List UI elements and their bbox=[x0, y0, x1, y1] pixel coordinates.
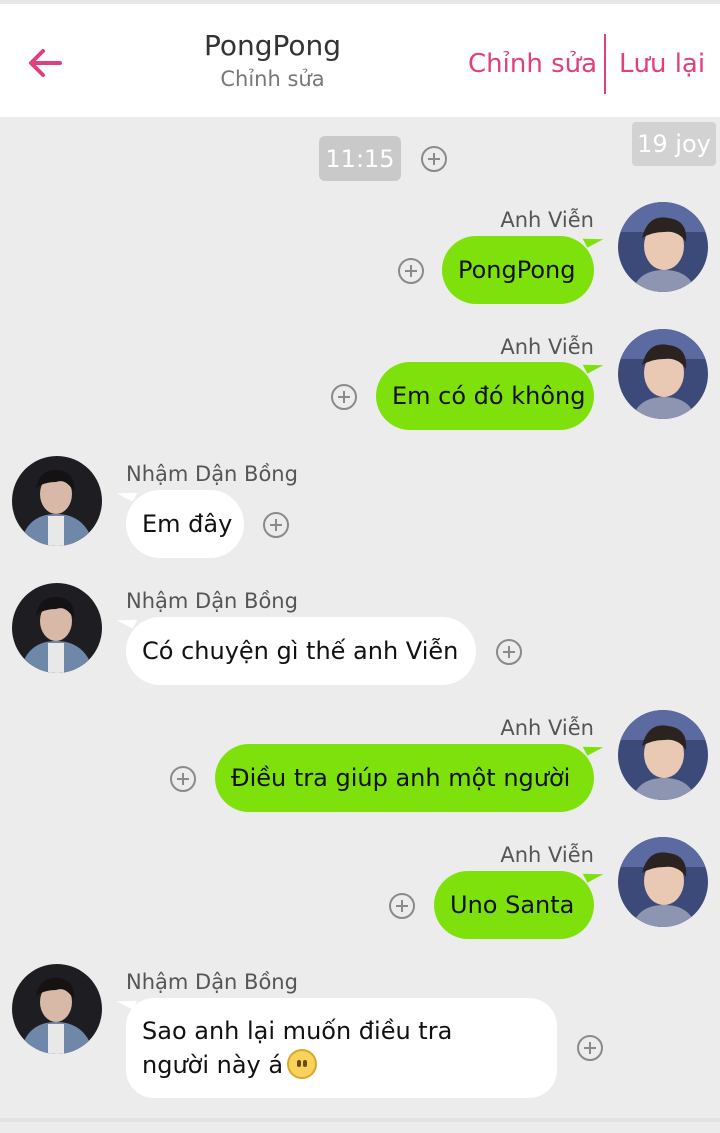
message-sender: Nhậm Dận Bồng bbox=[126, 462, 298, 486]
add-plus-icon[interactable] bbox=[496, 639, 522, 665]
avatar-nham-dan-bong[interactable] bbox=[12, 583, 102, 673]
add-plus-icon[interactable] bbox=[170, 766, 196, 792]
avatar-anh-vien[interactable] bbox=[618, 837, 708, 927]
save-button[interactable]: Lưu lại bbox=[619, 46, 705, 82]
avatar-photo bbox=[12, 964, 102, 1054]
message-sender: Anh Viễn bbox=[500, 716, 594, 740]
message-bubble-outgoing[interactable]: Điều tra giúp anh một người bbox=[215, 744, 594, 812]
avatar-photo bbox=[618, 329, 708, 419]
avatar-anh-vien[interactable] bbox=[618, 710, 708, 800]
add-timestamp-plus-icon[interactable] bbox=[421, 146, 447, 172]
avatar-anh-vien[interactable] bbox=[618, 202, 708, 292]
avatar-photo bbox=[618, 202, 708, 292]
message-bubble-incoming[interactable]: Em đây bbox=[126, 490, 244, 558]
message-sender: Anh Viễn bbox=[500, 335, 594, 359]
message-sender: Anh Viễn bbox=[500, 208, 594, 232]
timestamp-badge: 11:15 bbox=[319, 136, 401, 181]
edit-button[interactable]: Chỉnh sửa bbox=[468, 46, 597, 82]
hushed-face-emoji-icon bbox=[287, 1049, 318, 1079]
avatar-photo bbox=[618, 837, 708, 927]
message-bubble-outgoing[interactable]: PongPong bbox=[442, 236, 594, 304]
message-sender: Anh Viễn bbox=[500, 843, 594, 867]
avatar-photo bbox=[12, 456, 102, 546]
message-sender: Nhậm Dận Bồng bbox=[126, 589, 298, 613]
back-button[interactable] bbox=[22, 40, 68, 86]
avatar-nham-dan-bong[interactable] bbox=[12, 964, 102, 1054]
chat-subtitle: Chỉnh sửa bbox=[220, 67, 325, 91]
avatar-photo bbox=[12, 583, 102, 673]
header-divider bbox=[604, 34, 606, 94]
add-plus-icon[interactable] bbox=[389, 893, 415, 919]
message-bubble-incoming[interactable]: Có chuyện gì thế anh Viễn bbox=[126, 617, 476, 685]
avatar-photo bbox=[618, 710, 708, 800]
message-bubble-incoming[interactable]: Sao anh lại muốn điều tra người này á bbox=[126, 998, 557, 1098]
add-plus-icon[interactable] bbox=[331, 384, 357, 410]
message-sender: Nhậm Dận Bồng bbox=[126, 970, 298, 994]
avatar-anh-vien[interactable] bbox=[618, 329, 708, 419]
add-plus-icon[interactable] bbox=[263, 512, 289, 538]
add-plus-icon[interactable] bbox=[577, 1035, 603, 1061]
message-bubble-outgoing[interactable]: Em có đó không bbox=[376, 362, 594, 430]
add-plus-icon[interactable] bbox=[398, 258, 424, 284]
message-bubble-outgoing[interactable]: Uno Santa bbox=[434, 871, 594, 939]
avatar-nham-dan-bong[interactable] bbox=[12, 456, 102, 546]
top-bar: PongPong Chỉnh sửa Chỉnh sửa Lưu lại bbox=[0, 0, 720, 117]
chat-title-block: PongPong Chỉnh sửa bbox=[160, 28, 385, 94]
arrow-left-icon bbox=[29, 49, 62, 77]
bottom-divider bbox=[0, 1118, 720, 1122]
watermark: 19 joy bbox=[632, 122, 716, 166]
chat-title: PongPong bbox=[203, 29, 342, 62]
